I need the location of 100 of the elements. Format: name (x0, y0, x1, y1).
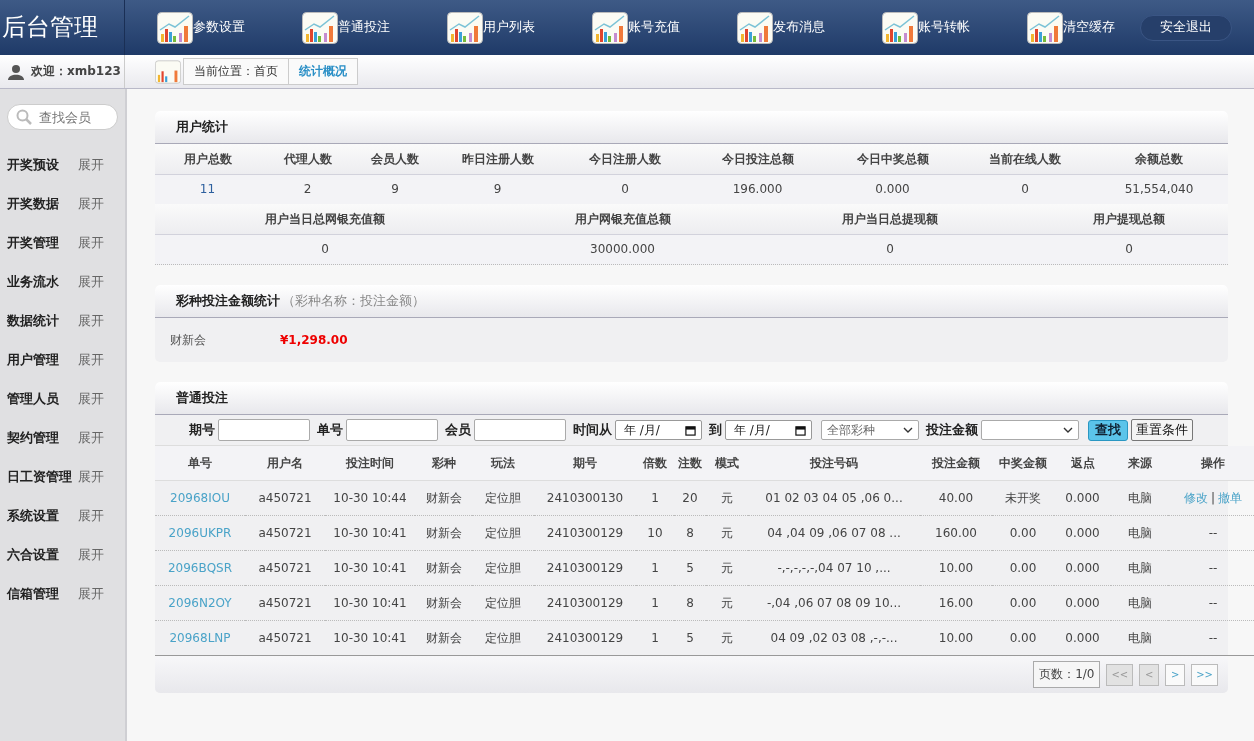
column-header: 用户网银充值总额 (573, 211, 672, 228)
column-header: 玩法 (472, 446, 534, 481)
expand-link[interactable]: 展开 (78, 584, 104, 603)
table-cell: 0.00 (1009, 631, 1037, 645)
sidebar-item[interactable]: 契约管理 (7, 428, 77, 447)
expand-link[interactable]: 展开 (78, 467, 104, 486)
dropdown[interactable] (981, 420, 1079, 440)
expand-link[interactable]: 展开 (78, 350, 104, 369)
panel-title: 普通投注 (176, 389, 228, 407)
table-cell: 0.000 (1065, 491, 1100, 505)
expand-link[interactable]: 展开 (78, 233, 104, 252)
nav-item[interactable]: 账号充值 (592, 11, 737, 44)
table-cell: 财新会 (425, 560, 462, 575)
column-header: 注数 (674, 446, 706, 481)
expand-link[interactable]: 展开 (78, 311, 104, 330)
expand-link[interactable]: 展开 (78, 194, 104, 213)
input-field[interactable] (346, 419, 438, 441)
table-cell: 元 (721, 490, 733, 505)
reset-button[interactable]: 重置条件 (1131, 419, 1193, 441)
column-header: 倍数 (636, 446, 674, 481)
expand-link[interactable]: 展开 (78, 428, 104, 447)
table-cell: 财新会 (425, 595, 462, 610)
dropdown[interactable]: 全部彩种 (821, 420, 919, 440)
table-cell: 2410300129 (546, 631, 624, 645)
sidebar-item[interactable]: 用户管理 (7, 350, 77, 369)
sidebar-item[interactable]: 业务流水 (7, 272, 77, 291)
table-cell: 0.000 (1065, 631, 1100, 645)
sidebar-item[interactable]: 开奖数据 (7, 194, 77, 213)
breadcrumb-link[interactable]: 统计概况 (289, 58, 358, 85)
table-cell: 8 (686, 596, 694, 610)
table-cell: -- (1208, 526, 1218, 540)
column-header: 用户当日总网银充值额 (264, 211, 386, 228)
expand-link[interactable]: 展开 (78, 155, 104, 174)
bar-chart-icon (592, 11, 628, 44)
breadcrumb-link[interactable]: 当前位置：首页 (183, 58, 289, 85)
nav-item[interactable]: 用户列表 (447, 11, 592, 44)
bar-chart-icon (447, 11, 483, 44)
table-cell-text: 9 (492, 181, 503, 198)
table-cell: 0.000 (1065, 596, 1100, 610)
sidebar-item[interactable]: 开奖管理 (7, 233, 77, 252)
table-cell: 财新会 (425, 630, 462, 645)
column-header: 今日投注总额 (720, 151, 795, 168)
table-cell: 04 ,04 09 ,06 07 08 ... (767, 526, 901, 540)
expand-link[interactable]: 展开 (78, 506, 104, 525)
sidebar-item[interactable]: 系统设置 (7, 506, 77, 525)
sidebar-item[interactable]: 数据统计 (7, 311, 77, 330)
sidebar-item[interactable]: 管理人员 (7, 389, 77, 408)
table-cell: 元 (721, 560, 733, 575)
column-header: 余额总数 (1134, 151, 1184, 168)
input-field[interactable] (218, 419, 310, 441)
table-cell: 10.00 (938, 631, 974, 645)
table-cell: 元 (721, 630, 733, 645)
expand-link[interactable]: 展开 (78, 545, 104, 564)
expand-link[interactable]: 展开 (78, 272, 104, 291)
expand-link[interactable]: 展开 (78, 389, 104, 408)
nav-item[interactable]: 普通投注 (302, 11, 447, 44)
column-header: 期号 (534, 446, 636, 481)
table-cell: 元 (721, 595, 733, 610)
table-cell: 1 (651, 491, 659, 505)
column-header: 代理人数 (282, 151, 333, 168)
sidebar-item[interactable]: 六合设置 (7, 545, 77, 564)
table-cell: 0.000 (1065, 526, 1100, 540)
table-cell: 8 (686, 526, 694, 540)
date-field[interactable]: 年 /月/ (725, 420, 812, 440)
nav-item[interactable]: 账号转帐 (882, 11, 1027, 44)
date-field[interactable]: 年 /月/ (615, 420, 702, 440)
table-cell-text: 0 (620, 181, 630, 198)
column-header: 投注号码 (748, 446, 920, 481)
table-cell: 10-30 10:41 (333, 561, 407, 575)
filter-label: 到 (709, 421, 722, 439)
bar-chart-icon (302, 11, 338, 44)
search-field[interactable]: 查找会员 (7, 104, 118, 130)
table-cell: 160.00 (935, 526, 977, 540)
table-cell: 01 02 03 04 05 ,06 0... (765, 491, 903, 505)
table-cell-text: 0 (320, 241, 330, 258)
table-cell: 定位胆 (485, 595, 521, 610)
nav-item[interactable]: 参数设置 (157, 11, 302, 44)
panel-title: 用户统计 (176, 118, 228, 136)
input-field[interactable] (474, 419, 566, 441)
sidebar-item[interactable]: 信箱管理 (7, 584, 77, 603)
table-cell: 2410300129 (546, 526, 624, 540)
table-cell: 财新会 (425, 490, 462, 505)
table-cell-text: 0 (1020, 181, 1030, 198)
table-cell-text: 11 (198, 181, 217, 198)
column-header: 投注金额 (920, 446, 992, 481)
table-cell: 5 (686, 631, 694, 645)
sidebar-item[interactable]: 开奖预设 (7, 155, 77, 174)
sidebar-item[interactable]: 日工资管理 (7, 467, 77, 486)
table-cell: 0.00 (1009, 526, 1037, 540)
logout-button[interactable]: 安全退出 (1140, 14, 1232, 41)
bar-chart-icon (737, 11, 773, 44)
column-header: 返点 (1054, 446, 1111, 481)
search-button[interactable]: 查找 (1088, 419, 1128, 441)
filter-label: 投注金额 (926, 421, 978, 439)
nav-item[interactable]: 发布消息 (737, 11, 882, 44)
bar-chart-icon (155, 59, 181, 84)
table-cell: a450721 (258, 631, 312, 645)
column-header: 单号 (155, 446, 245, 481)
table-cell: 04 09 ,02 03 08 ,-,-... (770, 631, 898, 645)
nav-item[interactable]: 清空缓存 (1027, 11, 1115, 44)
